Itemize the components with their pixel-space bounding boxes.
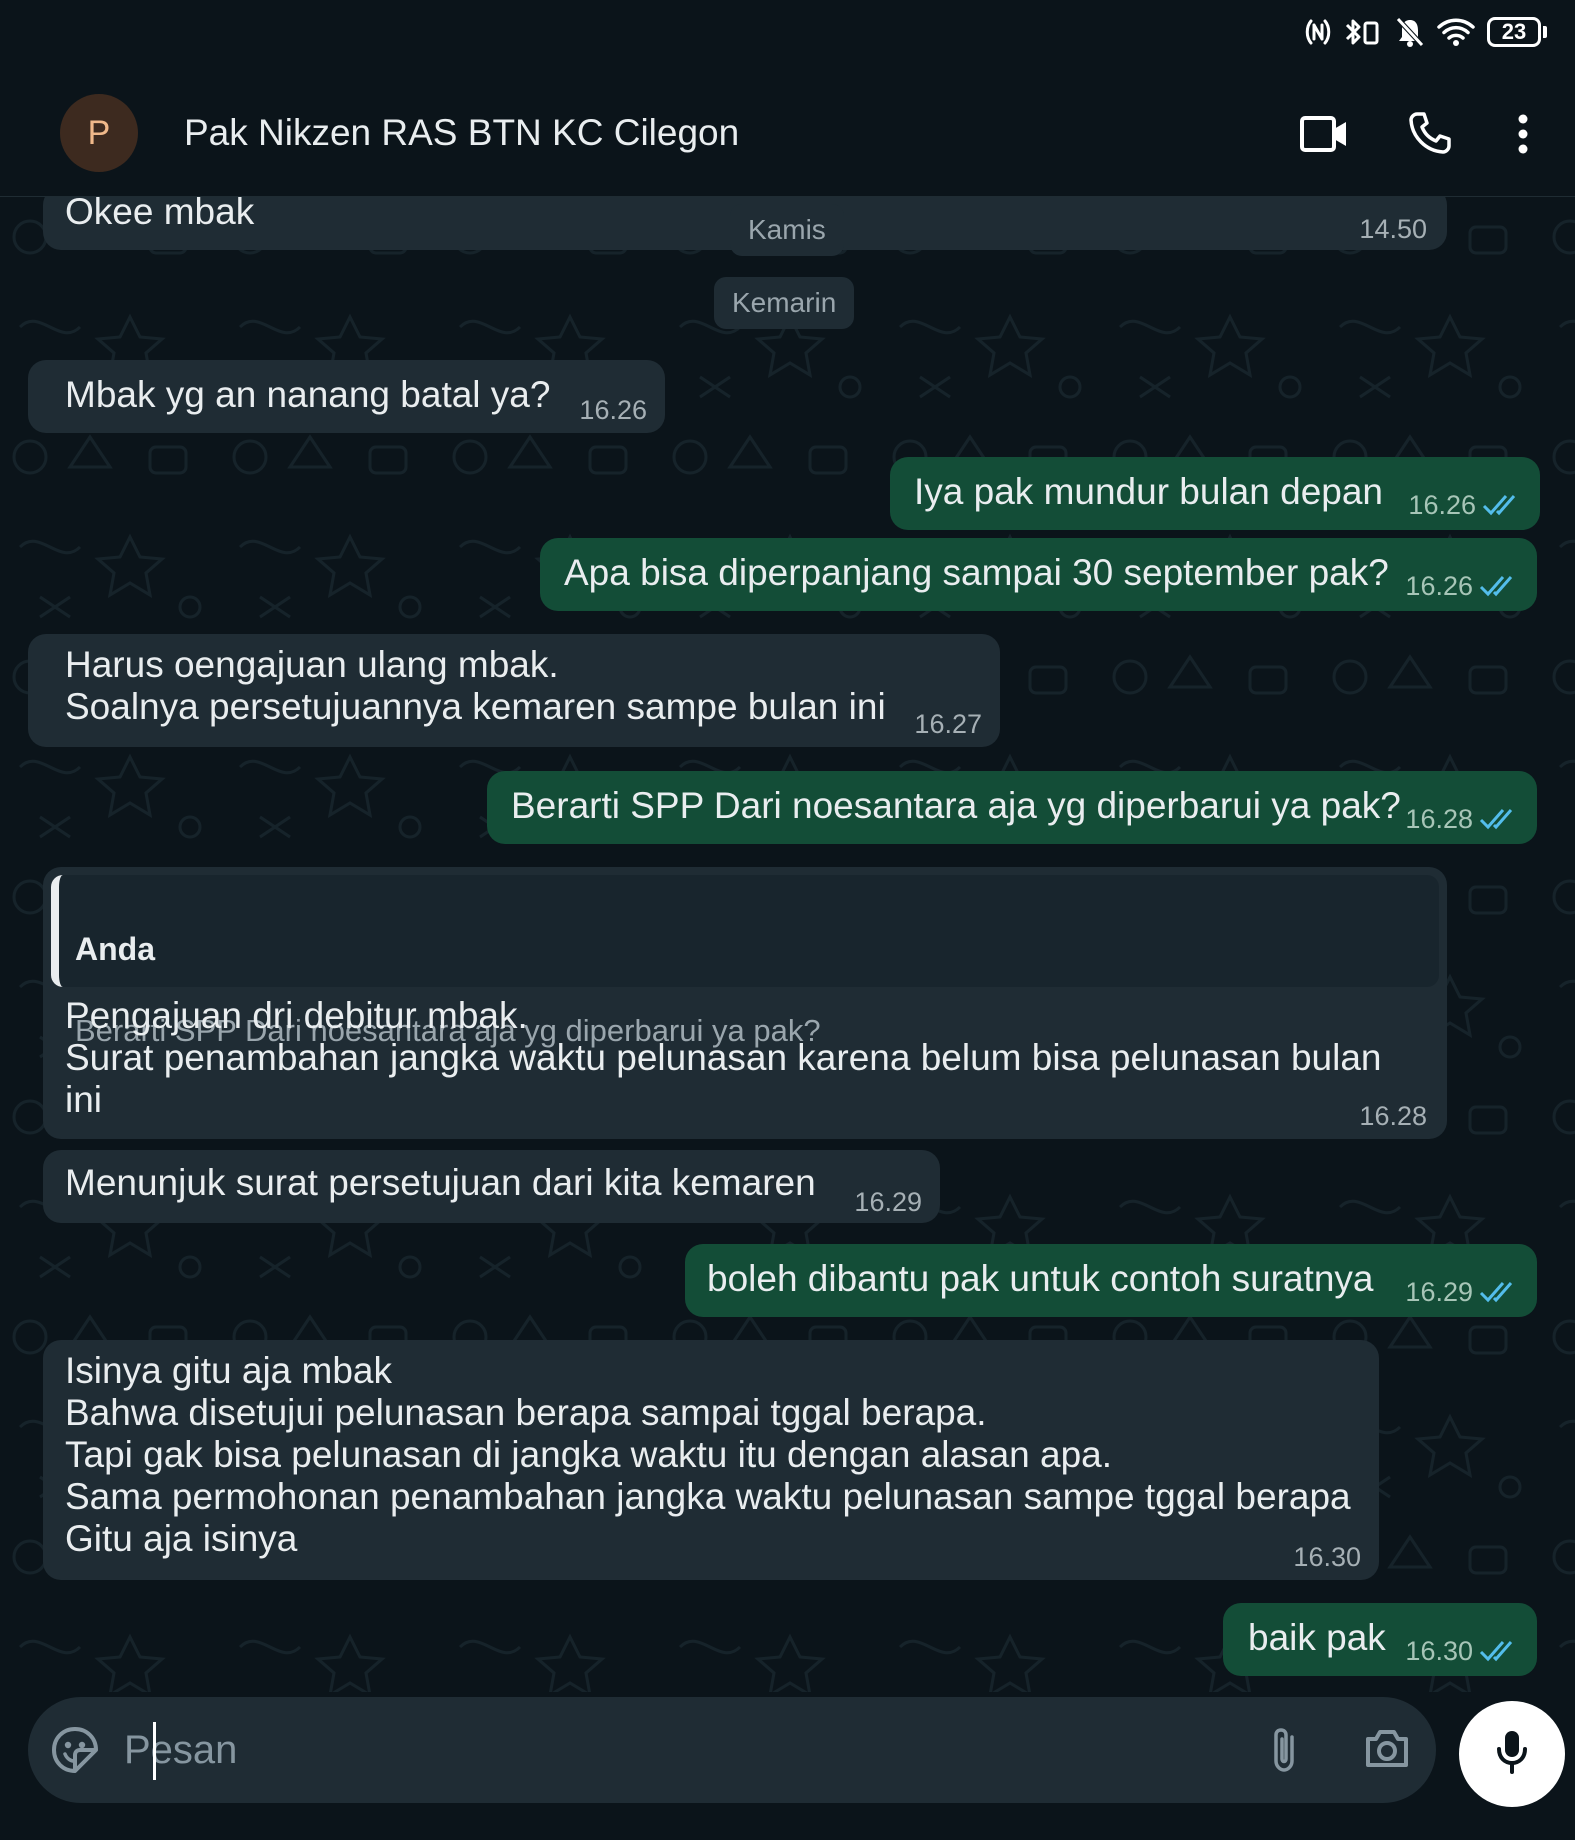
- message-time: 16.30: [1293, 1542, 1361, 1572]
- message-composer: [28, 1697, 1436, 1803]
- message-meta: 14.50: [1359, 214, 1427, 244]
- text-caret: [153, 1722, 156, 1780]
- message-meta: 16.29: [1405, 1277, 1519, 1307]
- message-bubble-outgoing[interactable]: Berarti SPP Dari noesantara aja yg diper…: [487, 771, 1537, 844]
- date-chip-kemarin: Kemarin: [714, 277, 855, 329]
- battery-icon: 23: [1487, 17, 1547, 47]
- message-time: 16.28: [1405, 804, 1473, 834]
- message-time: 14.50: [1359, 214, 1427, 244]
- quoted-author: Anda: [75, 931, 155, 967]
- double-check-read-icon: [1482, 493, 1522, 517]
- contact-name[interactable]: Pak Nikzen RAS BTN KC Cilegon: [184, 112, 739, 154]
- chat-header: P Pak Nikzen RAS BTN KC Cilegon: [0, 72, 1575, 197]
- message-text: Harus oengajuan ulang mbak. Soalnya pers…: [65, 644, 886, 727]
- message-bubble-outgoing[interactable]: baik pak 16.30: [1223, 1603, 1537, 1676]
- double-check-read-icon: [1479, 1280, 1519, 1304]
- double-check-read-icon: [1479, 1639, 1519, 1663]
- message-text: Isinya gitu aja mbak Bahwa disetujui pel…: [65, 1350, 1351, 1559]
- message-bubble-incoming[interactable]: Mbak yg an nanang batal ya? 16.26: [28, 360, 665, 433]
- message-meta: 16.27: [914, 709, 982, 739]
- message-meta: 16.26: [1408, 490, 1522, 520]
- message-text: baik pak: [1248, 1617, 1386, 1658]
- message-bubble-outgoing[interactable]: boleh dibantu pak untuk contoh suratnya …: [685, 1244, 1537, 1317]
- bell-off-icon: [1395, 16, 1425, 48]
- bluetooth-vibrate-icon: [1343, 16, 1383, 48]
- message-meta: 16.26: [579, 395, 647, 425]
- message-bubble-incoming[interactable]: Harus oengajuan ulang mbak. Soalnya pers…: [28, 634, 1000, 747]
- wifi-icon: [1437, 17, 1475, 47]
- message-time: 16.30: [1405, 1636, 1473, 1666]
- message-bubble-incoming[interactable]: Menunjuk surat persetujuan dari kita kem…: [43, 1150, 940, 1223]
- message-time: 16.26: [1408, 490, 1476, 520]
- message-text: Mbak yg an nanang batal ya?: [65, 374, 551, 415]
- voice-message-button[interactable]: [1459, 1701, 1565, 1807]
- message-text: Iya pak mundur bulan depan: [914, 471, 1384, 512]
- message-text: Pengajuan dri debitur mbak. Surat penamb…: [65, 995, 1382, 1120]
- nfc-icon: [1305, 17, 1331, 47]
- message-input[interactable]: [124, 1719, 1224, 1781]
- more-options-icon[interactable]: [1515, 114, 1531, 159]
- camera-icon[interactable]: [1364, 1727, 1410, 1774]
- avatar[interactable]: P: [60, 94, 138, 172]
- message-text: Berarti SPP Dari noesantara aja yg diper…: [511, 785, 1401, 826]
- attachment-paperclip-icon[interactable]: [1268, 1725, 1300, 1780]
- chat-area[interactable]: Okee mbak 14.50 Kamis Kemarin Mbak yg an…: [0, 197, 1575, 1692]
- message-bubble-outgoing[interactable]: Apa bisa diperpanjang sampai 30 septembe…: [540, 538, 1537, 611]
- status-icons: 23: [1305, 16, 1547, 48]
- message-meta: 16.29: [854, 1187, 922, 1217]
- double-check-read-icon: [1479, 574, 1519, 598]
- message-bubble-incoming[interactable]: Isinya gitu aja mbak Bahwa disetujui pel…: [43, 1340, 1379, 1580]
- message-meta: 16.26: [1405, 571, 1519, 601]
- battery-level: 23: [1487, 17, 1541, 47]
- emoji-sticker-icon[interactable]: [50, 1725, 100, 1780]
- message-text: Apa bisa diperpanjang sampai 30 septembe…: [564, 552, 1389, 593]
- voice-call-icon[interactable]: [1407, 110, 1453, 161]
- date-chip-kamis: Kamis: [730, 204, 844, 256]
- message-time: 16.26: [579, 395, 647, 425]
- message-bubble-outgoing[interactable]: Iya pak mundur bulan depan 16.26: [890, 457, 1540, 530]
- message-time: 16.28: [1359, 1101, 1427, 1131]
- message-meta: 16.28: [1405, 804, 1519, 834]
- microphone-icon: [1495, 1729, 1529, 1780]
- quoted-reply[interactable]: Anda Berarti SPP Dari noesantara aja yg …: [51, 875, 1439, 1048]
- message-text: Okee mbak: [65, 197, 255, 232]
- message-meta: 16.30: [1405, 1636, 1519, 1666]
- message-meta: 16.30: [1293, 1542, 1361, 1572]
- status-bar: 23: [0, 0, 1575, 72]
- message-time: 16.29: [1405, 1277, 1473, 1307]
- message-text: boleh dibantu pak untuk contoh suratnya: [707, 1258, 1374, 1299]
- message-time: 16.26: [1405, 571, 1473, 601]
- message-meta: 16.28: [1359, 1101, 1427, 1131]
- video-call-icon[interactable]: [1299, 114, 1349, 159]
- message-time: 16.29: [854, 1187, 922, 1217]
- message-bubble-incoming-reply[interactable]: Anda Berarti SPP Dari noesantara aja yg …: [43, 867, 1447, 1139]
- double-check-read-icon: [1479, 807, 1519, 831]
- message-time: 16.27: [914, 709, 982, 739]
- message-text: Menunjuk surat persetujuan dari kita kem…: [65, 1162, 816, 1203]
